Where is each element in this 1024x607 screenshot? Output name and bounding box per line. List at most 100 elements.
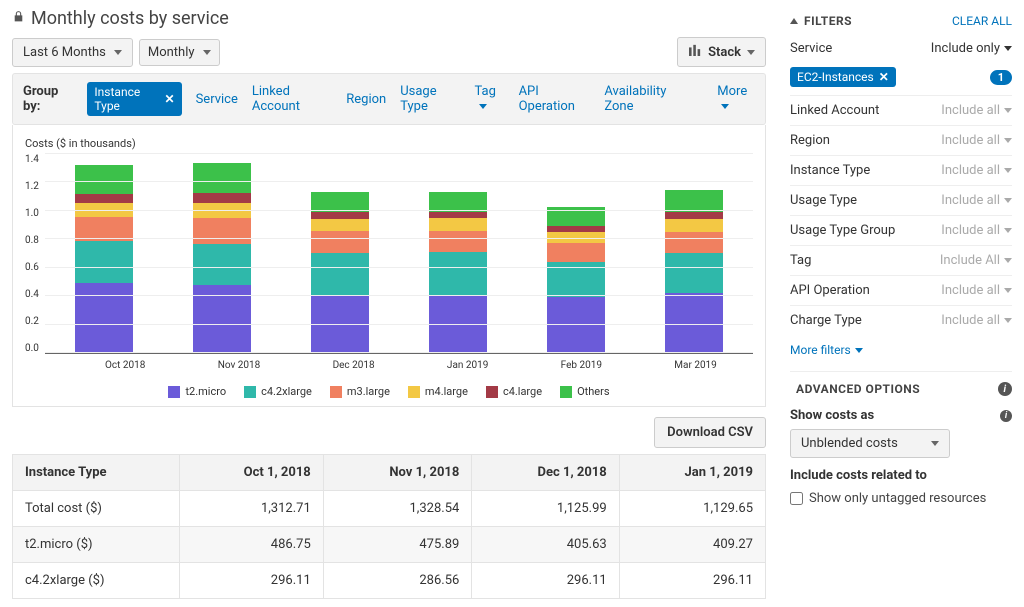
bar-mar-2019[interactable] (665, 190, 723, 353)
x-tick: Mar 2019 (674, 360, 717, 371)
x-tick: Oct 2018 (105, 360, 145, 371)
legend-item[interactable]: m4.large (408, 385, 468, 398)
info-icon[interactable]: i (1000, 410, 1012, 422)
bar-jan-2019[interactable] (429, 192, 487, 353)
bar-segment (429, 192, 487, 212)
group-by-label: Group by: (23, 84, 73, 114)
filter-label: Charge Type (790, 313, 862, 328)
filter-value-dropdown[interactable]: Include all (941, 133, 1012, 148)
chevron-down-icon (1004, 46, 1012, 51)
legend-label: t2.micro (185, 385, 226, 398)
filter-value-dropdown[interactable]: Include only (931, 41, 1012, 56)
bar-segment (193, 218, 251, 244)
table-header[interactable]: Jan 1, 2019 (619, 455, 765, 491)
y-tick: 0.4 (25, 289, 39, 300)
advanced-options-header[interactable]: ADVANCED OPTIONS i (790, 371, 1012, 402)
legend-item[interactable]: m3.large (330, 385, 390, 398)
legend-swatch (330, 386, 342, 398)
lock-icon (12, 10, 25, 27)
filter-value-dropdown[interactable]: Include all (941, 193, 1012, 208)
filter-label: API Operation (790, 283, 870, 298)
row-label: Total cost ($) (13, 491, 180, 527)
y-tick: 0.6 (25, 262, 39, 273)
table-header[interactable]: Nov 1, 2018 (323, 455, 472, 491)
table-header-main[interactable]: Instance Type (13, 455, 180, 491)
more-filters-link[interactable]: More filters (790, 335, 863, 365)
filter-row-charge-type[interactable]: Charge Type Include all (790, 305, 1012, 335)
chevron-down-icon (1004, 108, 1012, 113)
filter-value-dropdown[interactable]: Include all (941, 103, 1012, 118)
filter-row-api-operation[interactable]: API Operation Include all (790, 275, 1012, 305)
collapse-up-icon (790, 18, 798, 24)
date-range-dropdown[interactable]: Last 6 Months (12, 38, 133, 67)
legend-item[interactable]: c4.large (486, 385, 542, 398)
bar-segment (547, 297, 605, 353)
filter-row-usage-type[interactable]: Usage TypeInclude all (790, 185, 1012, 215)
filter-row-instance-type[interactable]: Instance TypeInclude all (790, 155, 1012, 185)
legend-label: c4.2xlarge (261, 385, 312, 398)
bar-segment (193, 244, 251, 285)
show-costs-dropdown[interactable]: Unblended costs (790, 429, 950, 458)
group-by-linked-account[interactable]: Linked Account (252, 84, 332, 114)
group-by-region[interactable]: Region (346, 92, 386, 107)
y-axis-title: Costs ($ in thousands) (25, 137, 753, 150)
legend-label: Others (577, 385, 609, 398)
legend-item[interactable]: Others (560, 385, 609, 398)
untagged-checkbox[interactable] (790, 492, 803, 505)
legend-label: m3.large (347, 385, 390, 398)
group-by-service[interactable]: Service (196, 92, 238, 107)
legend-item[interactable]: t2.micro (168, 385, 226, 398)
table-row: Total cost ($)1,312.711,328.541,125.991,… (13, 491, 766, 527)
bar-oct-2018[interactable] (75, 165, 133, 353)
group-by-usage-type[interactable]: Usage Type (400, 84, 460, 114)
clear-all-link[interactable]: CLEAR ALL (952, 14, 1012, 28)
bar-segment (311, 253, 369, 295)
filter-chip-row: EC2-Instances✕ 1 (790, 63, 1012, 95)
group-by-availability-zone[interactable]: Availability Zone (604, 84, 689, 114)
filter-row-tag[interactable]: TagInclude All (790, 245, 1012, 275)
bar-segment (665, 232, 723, 253)
filter-value-dropdown[interactable]: Include all (941, 223, 1012, 238)
filter-row-region[interactable]: RegionInclude all (790, 125, 1012, 155)
bar-segment (75, 165, 133, 194)
bar-segment (193, 163, 251, 193)
chevron-down-icon (203, 50, 211, 55)
group-by-more[interactable]: More (717, 84, 755, 114)
filter-label: Linked Account (790, 103, 879, 118)
group-by-tag[interactable]: Tag (475, 84, 505, 114)
filter-value-dropdown[interactable]: Include all (941, 313, 1012, 328)
bar-segment (665, 212, 723, 219)
filter-value-dropdown[interactable]: Include all (941, 163, 1012, 178)
group-by-chip[interactable]: Instance Type ✕ (87, 82, 181, 116)
y-tick: 1.4 (25, 154, 39, 165)
chart-style-dropdown[interactable]: Stack (677, 37, 766, 67)
chart-style-label: Stack (708, 45, 741, 60)
filters-header[interactable]: FILTERS CLEAR ALL (790, 8, 1012, 34)
legend-item[interactable]: c4.2xlarge (244, 385, 312, 398)
filter-count-badge: 1 (990, 70, 1012, 85)
remove-chip-icon[interactable]: ✕ (879, 70, 889, 84)
filter-row-service[interactable]: ServiceInclude only (790, 34, 1012, 63)
download-csv-button[interactable]: Download CSV (654, 417, 766, 448)
granularity-dropdown[interactable]: Monthly (139, 39, 220, 66)
bar-segment (193, 193, 251, 202)
filter-chip[interactable]: EC2-Instances✕ (790, 67, 896, 87)
page-title: Monthly costs by service (31, 8, 229, 29)
filter-row-usage-type-group[interactable]: Usage Type GroupInclude all (790, 215, 1012, 245)
bar-dec-2018[interactable] (311, 192, 369, 353)
y-tick: 1.0 (25, 208, 39, 219)
filter-row-linked-account[interactable]: Linked Account Include all (790, 95, 1012, 125)
table-header[interactable]: Dec 1, 2018 (472, 455, 619, 491)
table-row: c4.2xlarge ($)296.11286.56296.11296.11 (13, 563, 766, 599)
filter-value-dropdown[interactable]: Include all (941, 283, 1012, 298)
remove-chip-icon[interactable]: ✕ (165, 92, 175, 106)
group-by-api-operation[interactable]: API Operation (519, 84, 591, 114)
untagged-checkbox-row[interactable]: Show only untagged resources (790, 487, 1012, 510)
info-icon[interactable]: i (998, 382, 1012, 396)
table-header[interactable]: Oct 1, 2018 (179, 455, 323, 491)
legend-label: c4.large (503, 385, 542, 398)
filter-value-dropdown[interactable]: Include All (940, 253, 1012, 268)
bar-feb-2019[interactable] (547, 207, 605, 353)
bar-segment (665, 219, 723, 232)
y-tick: 0.8 (25, 235, 39, 246)
